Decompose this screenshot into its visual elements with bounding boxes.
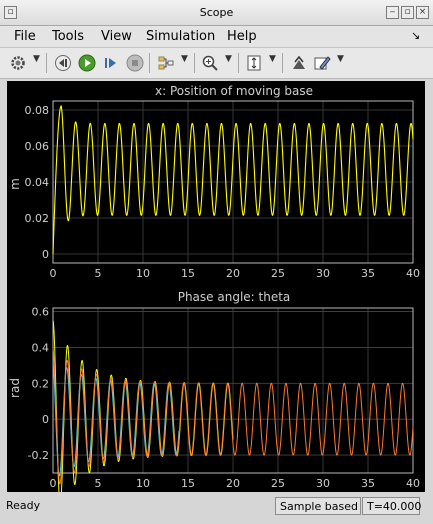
autoscale-dropdown-icon[interactable]: ▼ [269, 54, 276, 64]
bottom-plot-title: Phase angle: theta [178, 290, 291, 304]
settings-dropdown-icon[interactable]: ▼ [33, 54, 40, 64]
run-icon[interactable] [77, 53, 97, 73]
bottom-y-tick-label: 0.2 [32, 377, 50, 390]
toolbar: ▼ ▼ ▼ ▼ ▼ [0, 48, 433, 79]
window-title: Scope [199, 6, 234, 19]
status-bar: Ready Sample based T=40.000 [0, 494, 433, 524]
top-x-tick-label: 5 [95, 267, 102, 280]
step-forward-icon[interactable] [101, 53, 121, 73]
top-y-tick-label: 0.02 [25, 212, 50, 225]
toolbar-separator [149, 53, 150, 73]
highlight-dropdown-icon[interactable]: ▼ [181, 54, 188, 64]
settings-icon[interactable] [8, 53, 28, 73]
top-ylabel: m [8, 178, 22, 190]
scope-display: 0 5 10 15 20 25 30 35 40 0 0.02 0.04 0.06 0.08 0 5 10 15… [7, 81, 425, 505]
bottom-y-tick-label: 0 [42, 413, 49, 426]
bottom-x-tick-label: 15 [181, 477, 195, 490]
top-x-tick-label: 30 [316, 267, 330, 280]
maximize-icon[interactable]: ▫ [401, 6, 414, 19]
top-x-tick-label: 15 [181, 267, 195, 280]
bottom-x-tick-label: 0 [50, 477, 57, 490]
autoscale-icon[interactable] [244, 53, 264, 73]
zoom-dropdown-icon[interactable]: ▼ [225, 54, 232, 64]
toolbar-separator [194, 53, 195, 73]
menu-view[interactable]: View [101, 29, 132, 44]
bottom-series-line-1 [52, 360, 180, 477]
bottom-y-tick-label: 0.6 [32, 306, 50, 319]
top-y-tick-label: 0.04 [25, 176, 50, 189]
sample-mode-indicator: Sample based [275, 497, 361, 515]
menu-help[interactable]: Help [227, 29, 257, 44]
style-dropdown-icon[interactable]: ▼ [337, 54, 344, 64]
highlight-icon[interactable] [156, 53, 176, 73]
top-plot-title: x: Position of moving base [155, 84, 313, 98]
stop-icon[interactable] [125, 53, 145, 73]
bottom-x-tick-label: 20 [226, 477, 240, 490]
bottom-x-tick-label: 25 [271, 477, 285, 490]
menu-bar: File Tools View Simulation Help ↘ [0, 26, 433, 48]
bottom-axes[interactable]: 0 5 10 15 20 25 30 35 40 -0.2 0 0.2 0.4 0.6 [28, 306, 420, 505]
bottom-y-tick-label: 0.4 [32, 341, 50, 354]
bottom-y-tick-label: -0.2 [28, 449, 49, 462]
toolbar-separator [238, 53, 239, 73]
top-y-tick-label: 0.08 [25, 104, 50, 117]
menu-tools[interactable]: Tools [52, 29, 84, 44]
minimize-icon[interactable]: ‒ [386, 6, 399, 19]
step-back-icon[interactable] [53, 53, 73, 73]
top-x-tick-label: 40 [406, 267, 420, 280]
bottom-x-tick-label: 10 [136, 477, 150, 490]
menu-file[interactable]: File [14, 29, 36, 44]
close-icon[interactable]: × [416, 6, 429, 19]
style-icon[interactable] [312, 53, 332, 73]
bottom-x-tick-label: 30 [316, 477, 330, 490]
bottom-x-tick-label: 5 [95, 477, 102, 490]
toolbar-separator [282, 53, 283, 73]
dock-arrow-icon[interactable]: ↘ [411, 29, 420, 42]
top-x-tick-label: 25 [271, 267, 285, 280]
bottom-x-tick-label: 40 [406, 477, 420, 490]
window-menu-icon[interactable]: ▫ [4, 6, 17, 19]
top-x-tick-label: 20 [226, 267, 240, 280]
toolbar-separator [46, 53, 47, 73]
top-y-tick-label: 0 [42, 248, 49, 261]
bottom-x-tick-label: 35 [361, 477, 375, 490]
top-axes[interactable]: 0 5 10 15 20 25 30 35 40 0 0.02 0.04 0.06 0.08 [25, 100, 421, 280]
menu-simulation[interactable]: Simulation [146, 29, 215, 44]
top-x-tick-label: 10 [136, 267, 150, 280]
restore-icon[interactable] [289, 53, 309, 73]
zoom-icon[interactable] [200, 53, 220, 73]
status-text: Ready [6, 499, 41, 512]
title-bar: Scope ▫ ‒ ▫ × [0, 0, 433, 26]
top-x-tick-label: 35 [361, 267, 375, 280]
top-x-tick-label: 0 [50, 267, 57, 280]
sim-time-indicator: T=40.000 [362, 497, 421, 515]
top-y-tick-label: 0.06 [25, 140, 50, 153]
bottom-ylabel: rad [8, 378, 22, 398]
